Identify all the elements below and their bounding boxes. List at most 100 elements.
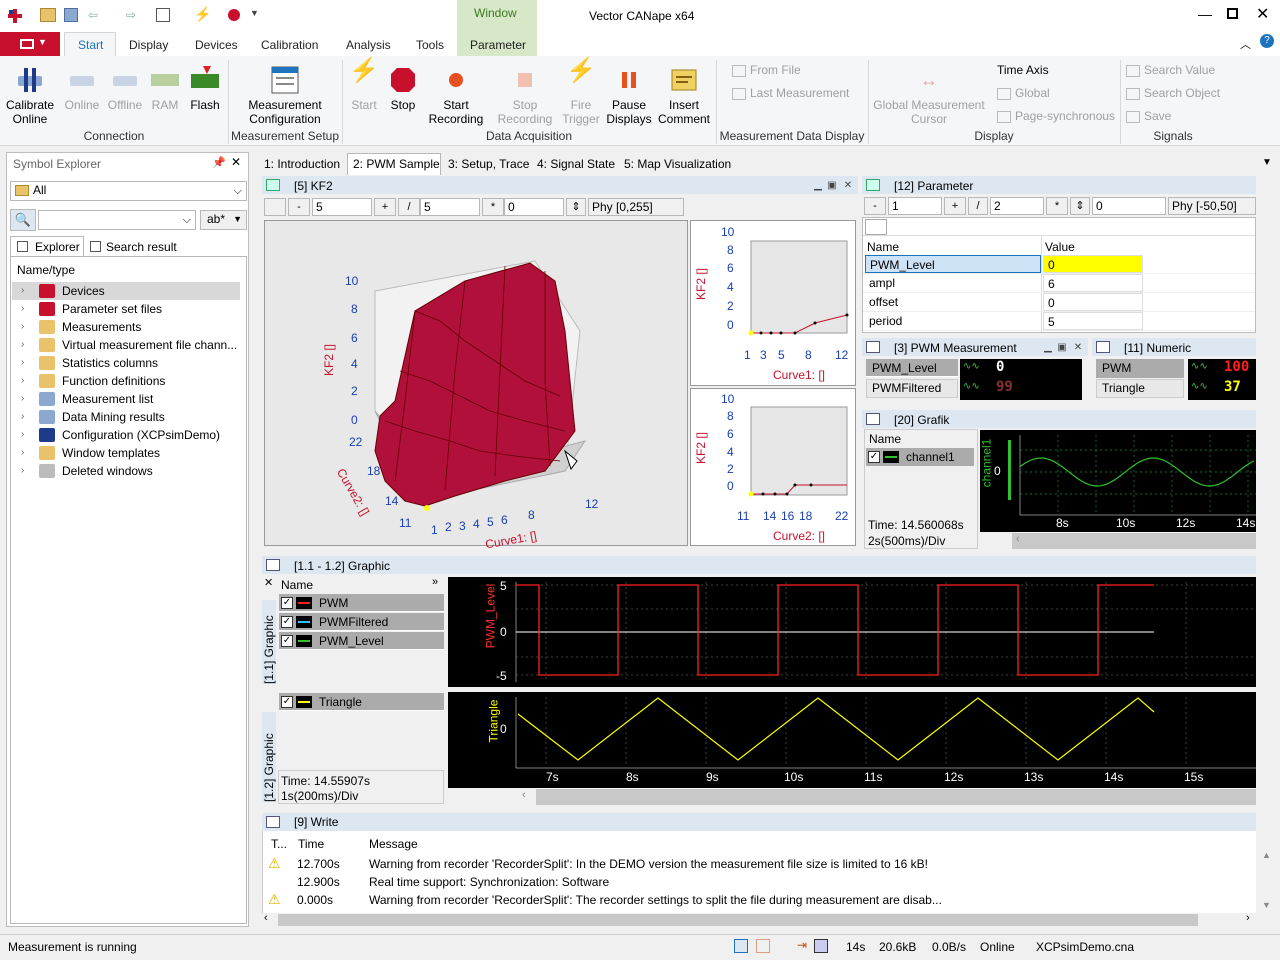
page-tab-introduction[interactable]: 1: Introduction (264, 157, 340, 171)
collapse-ribbon-icon[interactable]: ︿ (1240, 36, 1251, 52)
save-icon[interactable] (64, 8, 78, 22)
record-icon[interactable] (228, 9, 240, 21)
lightning-icon[interactable]: ⚡ (194, 6, 211, 23)
expand-arrow-icon[interactable]: › (21, 300, 24, 318)
flash-button[interactable]: Flash (186, 64, 224, 112)
page-tab-map-visualization[interactable]: 5: Map Visualization (624, 157, 731, 171)
checkbox[interactable]: ✓ (868, 451, 880, 463)
pin-icon[interactable]: 📌 (212, 156, 226, 169)
minimize-icon[interactable]: — (1198, 6, 1212, 22)
param-edit-box[interactable] (865, 219, 887, 235)
stop-recording-button[interactable]: Stop Recording (492, 64, 558, 126)
pause-displays-button[interactable]: Pause Displays (604, 64, 654, 126)
kf2-value3-input[interactable]: 0 (504, 198, 564, 216)
param-row[interactable]: period 5 (863, 312, 1255, 331)
maximize-icon[interactable] (1227, 8, 1238, 19)
param-row[interactable]: offset 0 (863, 293, 1255, 312)
file-tab[interactable]: ▼ (0, 32, 60, 56)
kf2-blank-button[interactable] (264, 198, 286, 216)
insert-comment-button[interactable]: Insert Comment (656, 64, 712, 126)
page-sync-button[interactable]: Page-synchronous (997, 109, 1115, 123)
tab-display[interactable]: Display (129, 38, 168, 52)
checkbox[interactable]: ✓ (281, 597, 293, 609)
minimize-icon[interactable]: ▁ (1042, 342, 1054, 354)
kf2-value1-input[interactable]: 5 (312, 198, 372, 216)
close-icon[interactable]: ✕ (1256, 4, 1269, 24)
expand-arrow-icon[interactable]: › (21, 336, 24, 354)
graphic-tab-bottom[interactable]: [1.2] Graphic (262, 712, 276, 802)
checkbox[interactable]: ✓ (281, 696, 293, 708)
param-value[interactable]: 5 (1043, 312, 1143, 330)
expand-arrow-icon[interactable]: › (21, 444, 24, 462)
param-row[interactable]: PWM_Level 0 (863, 255, 1255, 274)
kf2-divide-button[interactable]: / (398, 198, 420, 216)
tab-parameter[interactable]: Parameter (470, 38, 526, 52)
expand-arrow-icon[interactable]: › (21, 408, 24, 426)
tab-analysis[interactable]: Analysis (346, 38, 391, 52)
search-icon[interactable]: 🔍 (10, 209, 36, 231)
restore-icon[interactable]: ▣ (826, 180, 838, 192)
redo-icon[interactable]: ⇨ (126, 8, 142, 22)
tab-tools[interactable]: Tools (416, 38, 444, 52)
page-tab-setup-trace[interactable]: 3: Setup, Trace (448, 157, 529, 171)
tab-search-result[interactable]: Search result (86, 237, 184, 256)
kf2-multiply-button[interactable]: * (482, 198, 504, 216)
fire-trigger-button[interactable]: ⚡ Fire Trigger (560, 59, 602, 127)
checkbox[interactable]: ✓ (281, 616, 293, 628)
scroll-left-icon[interactable]: ‹ (264, 912, 268, 924)
param-value[interactable]: 6 (1043, 274, 1143, 292)
param-value3-input[interactable]: 0 (1092, 197, 1166, 215)
expand-arrow-icon[interactable]: › (21, 354, 24, 372)
param-value1-input[interactable]: 1 (888, 197, 942, 215)
signal-row[interactable]: ✓ PWM_Level (279, 632, 444, 650)
scroll-left-icon[interactable]: ‹ (1016, 533, 1020, 545)
param-minus-button[interactable]: - (864, 197, 886, 215)
kf2-value2-input[interactable]: 5 (420, 198, 480, 216)
param-stepper[interactable]: ⇕ (1070, 197, 1090, 215)
expand-arrow-icon[interactable]: › (21, 462, 24, 480)
expand-arrow-icon[interactable]: › (21, 390, 24, 408)
tab-explorer[interactable]: Explorer (10, 236, 84, 256)
kf2-minus-button[interactable]: - (288, 198, 310, 216)
last-measurement-button[interactable]: Last Measurement (732, 86, 849, 100)
window-icon[interactable] (156, 8, 170, 22)
online-button[interactable]: Online (62, 64, 102, 112)
graphic-hscroll[interactable] (536, 789, 1256, 805)
calibrate-online-button[interactable]: Calibrate Online (4, 64, 56, 126)
dropdown-icon[interactable]: ▼ (250, 8, 259, 18)
grafik-channel-row[interactable]: ✓ channel1 (866, 448, 974, 466)
expand-arrow-icon[interactable]: › (21, 426, 24, 444)
param-row[interactable]: ampl 6 (863, 274, 1255, 293)
page-tab-pwm-sample[interactable]: 2: PWM Sample (353, 157, 440, 171)
close-icon[interactable]: ✕ (1072, 342, 1084, 354)
start-button[interactable]: ⚡ Start (346, 59, 382, 113)
tab-devices[interactable]: Devices (195, 38, 238, 52)
start-recording-button[interactable]: Start Recording (424, 64, 488, 126)
checkbox[interactable]: ✓ (281, 635, 293, 647)
signal-row[interactable]: ✓ PWMFiltered (279, 613, 444, 631)
from-file-button[interactable]: From File (732, 63, 801, 77)
search-option-select[interactable]: ab* ▼ (200, 210, 247, 230)
grafik-hscroll[interactable] (1012, 533, 1256, 549)
offline-button[interactable]: Offline (104, 64, 146, 112)
scroll-right-icon[interactable]: › (1246, 912, 1250, 924)
expand-arrow-icon[interactable]: › (21, 318, 24, 336)
param-plus-button[interactable]: + (944, 197, 966, 215)
param-multiply-button[interactable]: * (1046, 197, 1068, 215)
help-icon[interactable]: ? (1260, 34, 1274, 48)
param-value[interactable]: 0 (1043, 255, 1143, 273)
scroll-down-icon[interactable]: ▼ (1262, 900, 1271, 910)
tab-calibration[interactable]: Calibration (261, 38, 318, 52)
param-value2-input[interactable]: 2 (990, 197, 1044, 215)
kf2-stepper[interactable]: ⇕ (566, 198, 586, 216)
restore-icon[interactable]: ▣ (1056, 342, 1068, 354)
write-hscroll-thumb[interactable] (278, 914, 1198, 926)
global-axis-button[interactable]: Global (997, 86, 1050, 100)
page-tabs-dropdown-icon[interactable]: ▼ (1262, 157, 1272, 168)
close-icon[interactable]: ✕ (264, 576, 273, 589)
save-button[interactable]: Save (1126, 109, 1171, 123)
stop-button[interactable]: Stop (384, 64, 422, 112)
expand-icon[interactable]: » (432, 576, 438, 588)
expand-arrow-icon[interactable]: › (21, 372, 24, 390)
measurement-configuration-button[interactable]: Measurement Configuration (240, 64, 330, 126)
